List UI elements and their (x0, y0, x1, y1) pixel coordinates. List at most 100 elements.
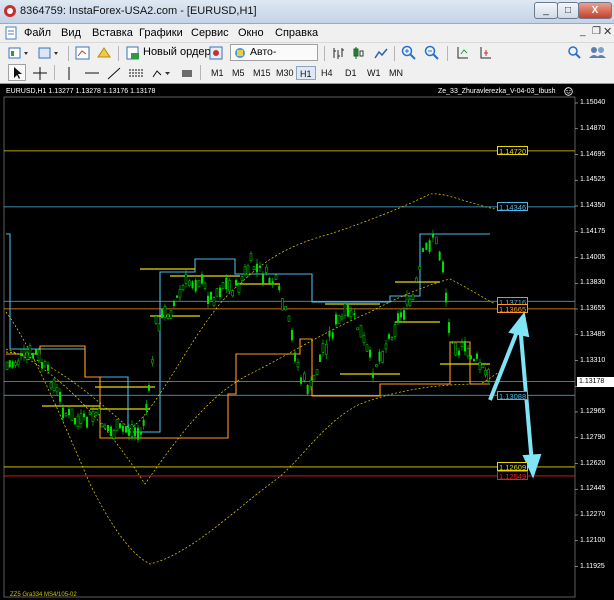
candle-body (331, 332, 334, 339)
candle-body (169, 310, 173, 319)
candle-body (278, 285, 281, 291)
candle-body (76, 415, 80, 427)
timeframe-mn[interactable]: MN (386, 66, 406, 80)
market-watch-icon[interactable] (75, 46, 91, 60)
timeframe-h1[interactable]: H1 (296, 66, 316, 80)
candle-body (287, 315, 291, 322)
channel-icon[interactable] (128, 66, 144, 81)
candle-body (201, 274, 203, 284)
navigator-icon[interactable] (96, 46, 112, 60)
bar-chart-icon[interactable] (331, 46, 345, 60)
timeframe-m30[interactable]: M30 (273, 66, 297, 80)
price-axis-label: 1.14350 (580, 202, 606, 209)
candle-body (337, 315, 341, 324)
chart-shift-icon[interactable] (478, 45, 494, 61)
candle-body (246, 265, 250, 275)
candle-body (464, 340, 466, 352)
horizontal-line-icon[interactable] (84, 66, 100, 81)
cursor-tool[interactable] (8, 64, 26, 81)
meta-editor-icon[interactable] (209, 46, 225, 60)
candle-body (303, 373, 306, 381)
candle-body (8, 360, 11, 368)
close-child-icon[interactable]: ✕ (603, 25, 612, 38)
candle-body (438, 251, 441, 261)
price-axis-label: 1.14175 (580, 227, 606, 235)
timeframe-d1[interactable]: D1 (342, 66, 360, 80)
candle-body (41, 362, 43, 369)
trendline-icon[interactable] (106, 66, 122, 81)
zoom-in-icon[interactable] (401, 45, 417, 61)
vertical-line-icon[interactable] (62, 66, 76, 81)
timeframe-m1[interactable]: M1 (208, 66, 227, 80)
candle-body (418, 266, 421, 270)
candle-body (184, 273, 188, 284)
candle-body (458, 350, 460, 356)
line-chart-icon[interactable] (374, 46, 388, 60)
timeframe-h4[interactable]: H4 (318, 66, 336, 80)
candle-body (335, 314, 337, 325)
candle-body (59, 391, 61, 402)
candle-body (197, 279, 201, 287)
level-label: 1.13665 (497, 304, 529, 315)
menu-file[interactable]: Файл (24, 27, 51, 39)
new-order-button[interactable]: Новый ордер (143, 46, 211, 58)
candle-body (451, 341, 454, 344)
search-icon[interactable] (567, 45, 581, 59)
candle-body (110, 426, 112, 437)
menu-help[interactable]: Справка (275, 27, 318, 39)
autotrade-button[interactable]: Авто-торговля (230, 44, 318, 73)
shapes-icon[interactable] (151, 66, 173, 81)
crosshair-icon[interactable] (32, 66, 48, 81)
candle-body (122, 425, 124, 432)
candle-body (466, 348, 470, 357)
community-icon[interactable] (588, 45, 608, 59)
candle-body (478, 362, 482, 370)
menu-charts[interactable]: Графики (139, 27, 183, 39)
candle-body (274, 274, 278, 280)
new-chart-icon[interactable] (8, 46, 32, 60)
menu-view[interactable]: Вид (61, 27, 81, 39)
candle-body (369, 349, 371, 358)
candle-body (393, 324, 397, 337)
indicator-name: Ze_33_Zhuravlerezka_V-04-03_Ibush (438, 88, 556, 95)
profiles-icon[interactable] (38, 46, 62, 60)
autoscroll-icon[interactable] (455, 45, 471, 61)
menu-window[interactable]: Окно (238, 27, 264, 39)
candle-body (128, 428, 130, 436)
candle-body (231, 290, 234, 297)
candlestick-icon[interactable] (351, 46, 365, 60)
candle-body (259, 265, 261, 268)
symbol-info: EURUSD,H1 1.13277 1.13278 1.13176 1.1317… (6, 88, 156, 95)
menu-insert[interactable]: Вставка (92, 27, 133, 39)
timeframe-m5[interactable]: M5 (229, 66, 248, 80)
price-axis-label: 1.15040 (580, 99, 606, 106)
document-icon[interactable] (4, 26, 18, 40)
candle-body (181, 285, 185, 291)
price-chart[interactable]: EURUSD,H1 1.13277 1.13278 1.13176 1.1317… (0, 84, 614, 600)
plot-frame (3, 96, 576, 598)
candle-body (249, 253, 253, 261)
candle-body (16, 360, 20, 365)
timeframe-w1[interactable]: W1 (364, 66, 384, 80)
timeframe-m15[interactable]: M15 (250, 66, 274, 80)
candle-body (173, 301, 175, 307)
close-button[interactable]: X (578, 2, 612, 19)
candle-body (408, 298, 412, 306)
candle-body (306, 385, 309, 395)
title-bar[interactable]: 8364759: InstaForex-USA2.com - [EURUSD,H… (0, 0, 614, 24)
minimize-button[interactable]: _ (534, 2, 558, 19)
period-separator-icon[interactable] (180, 66, 194, 81)
candle-body (130, 424, 134, 437)
minimize-child-icon[interactable]: _ (580, 26, 586, 37)
new-order-icon[interactable] (126, 46, 140, 60)
restore-child-icon[interactable]: ❐ (592, 26, 601, 37)
maximize-button[interactable]: □ (557, 2, 579, 19)
candle-body (228, 280, 231, 292)
candle-body (32, 353, 34, 359)
candle-body (74, 417, 76, 425)
candle-body (49, 382, 53, 389)
candle-body (400, 312, 402, 318)
zoom-out-icon[interactable] (424, 45, 440, 61)
menu-tools[interactable]: Сервис (191, 27, 229, 39)
candle-body (381, 351, 384, 363)
